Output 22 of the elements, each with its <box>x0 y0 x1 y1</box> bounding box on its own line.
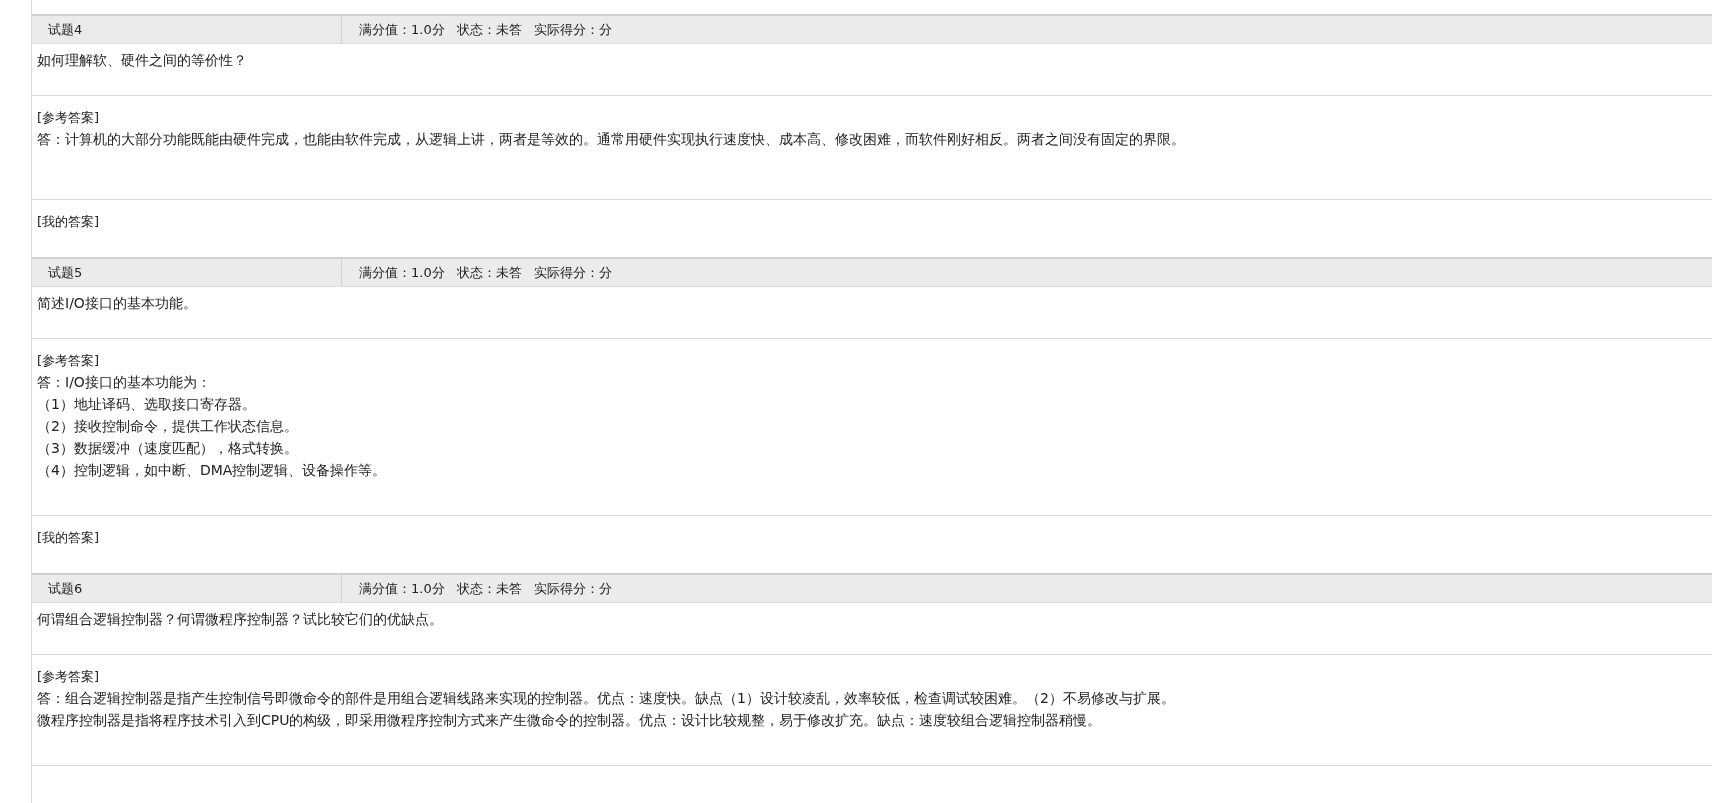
reference-answer-text: （3）数据缓冲（速度匹配），格式转换。 <box>37 439 299 458</box>
score-info: 满分值：1.0分 状态：未答 实际得分：分 <box>358 263 613 282</box>
reference-answer-text: 答：I/O接口的基本功能为： <box>37 373 212 392</box>
question-text: 何谓组合逻辑控制器？何谓微程序控制器？试比较它们的优缺点。 <box>32 603 1712 655</box>
reference-answer-label: [参考答案] <box>37 109 101 127</box>
reference-answer-text: 答：计算机的大部分功能既能由硬件完成，也能由软件完成，从逻辑上讲，两者是等效的。通常用硬件实现执行速度快、成本高、修改困难，而软件刚好相反。两者之间没有固定的界限。 <box>37 130 1186 149</box>
my-answer-label: [我的答案] <box>37 213 101 231</box>
question-title: 试题5 <box>32 259 342 286</box>
my-answer-label: [我的答案] <box>37 529 101 547</box>
score-info: 满分值：1.0分 状态：未答 实际得分：分 <box>358 20 613 39</box>
reference-answer-text: （2）接收控制命令，提供工作状态信息。 <box>37 417 299 436</box>
reference-answer-text: （1）地址译码、选取接口寄存器。 <box>37 395 257 414</box>
reference-answer-label: [参考答案] <box>37 352 101 370</box>
reference-answer-label: [参考答案] <box>37 668 101 686</box>
question-text: 如何理解软、硬件之间的等价性？ <box>32 44 1712 96</box>
question-title: 试题4 <box>32 16 342 43</box>
reference-answer-text: （4）控制逻辑，如中断、DMA控制逻辑、设备操作等。 <box>37 461 388 480</box>
reference-answer-text: 答：组合逻辑控制器是指产生控制信号即微命令的部件是用组合逻辑线路来实现的控制器。优点：速度快。缺点（1）设计较凌乱，效率较低，检查调试较困难。（2）不易修改与扩展。 <box>37 689 1176 708</box>
question-title: 试题6 <box>32 575 342 602</box>
score-info: 满分值：1.0分 状态：未答 实际得分：分 <box>358 579 613 598</box>
question-text: 简述I/O接口的基本功能。 <box>32 287 1712 339</box>
reference-answer-text: 微程序控制器是指将程序技术引入到CPU的构级，即采用微程序控制方式来产生微命令的控制器。优点：设计比较规整，易于修改扩充。缺点：速度较组合逻辑控制器稍慢。 <box>37 711 1103 730</box>
